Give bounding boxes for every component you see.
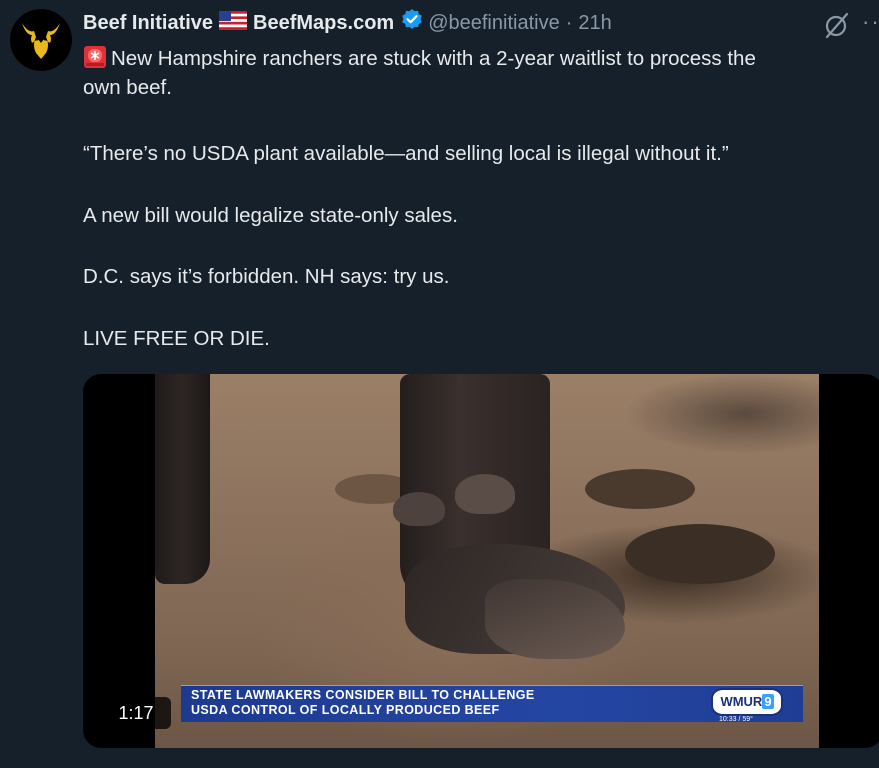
grok-icon[interactable]: [822, 10, 852, 40]
author-handle[interactable]: @beefinitiative: [428, 12, 559, 35]
bull-logo-icon: [10, 9, 72, 71]
tweet-header: Beef Initiative BeefMaps.com @beefinitia…: [83, 8, 612, 38]
station-logo: WMUR 9: [711, 688, 783, 716]
station-bug: WMUR 9 10:33 / 59°: [711, 682, 787, 724]
video-dirt-clump: [625, 524, 775, 584]
video-dewclaw: [393, 492, 445, 526]
author-name-2[interactable]: BeefMaps.com: [253, 12, 394, 35]
verified-badge-icon: [400, 8, 424, 38]
chyron-text: STATE LAWMAKERS CONSIDER BILL TO CHALLEN…: [191, 688, 535, 718]
video-dirt-clump: [585, 469, 695, 509]
video-duration-badge: 1:17: [101, 697, 171, 729]
tweet-line-1-cont: own beef.: [83, 76, 172, 99]
separator: ·: [565, 11, 573, 34]
tweet-paragraph-motto: LIVE FREE OR DIE.: [83, 327, 270, 350]
tweet-paragraph-quote: “There’s no USDA plant available—and sel…: [83, 142, 729, 165]
chyron-line-2: USDA CONTROL OF LOCALLY PRODUCED BEEF: [191, 703, 500, 717]
tweet-text: New Hampshire ranchers are stuck with a …: [83, 44, 879, 350]
tweet-paragraph-bill: A new bill would legalize state-only sal…: [83, 204, 458, 227]
station-number: 9: [762, 694, 774, 709]
tweet-paragraph-dc: D.C. says it’s forbidden. NH says: try u…: [83, 265, 450, 288]
chyron-line-1: STATE LAWMAKERS CONSIDER BILL TO CHALLEN…: [191, 688, 535, 702]
video-player[interactable]: STATE LAWMAKERS CONSIDER BILL TO CHALLEN…: [83, 374, 879, 748]
siren-icon: [83, 45, 107, 69]
station-time: 10:33 / 59°: [719, 716, 753, 723]
tweet-line-1: New Hampshire ranchers are stuck with a …: [83, 44, 879, 73]
more-icon[interactable]: ··: [862, 11, 879, 33]
author-name[interactable]: Beef Initiative: [83, 12, 213, 35]
avatar[interactable]: [10, 9, 72, 71]
news-chyron: STATE LAWMAKERS CONSIDER BILL TO CHALLEN…: [181, 685, 803, 722]
video-leg-left: [155, 374, 210, 584]
tweet-line-1-text: New Hampshire ranchers are stuck with a …: [111, 47, 756, 70]
video-dewclaw: [455, 474, 515, 514]
timestamp[interactable]: 21h: [578, 12, 611, 35]
station-name: WMUR: [720, 694, 763, 709]
us-flag-icon: [219, 10, 248, 36]
